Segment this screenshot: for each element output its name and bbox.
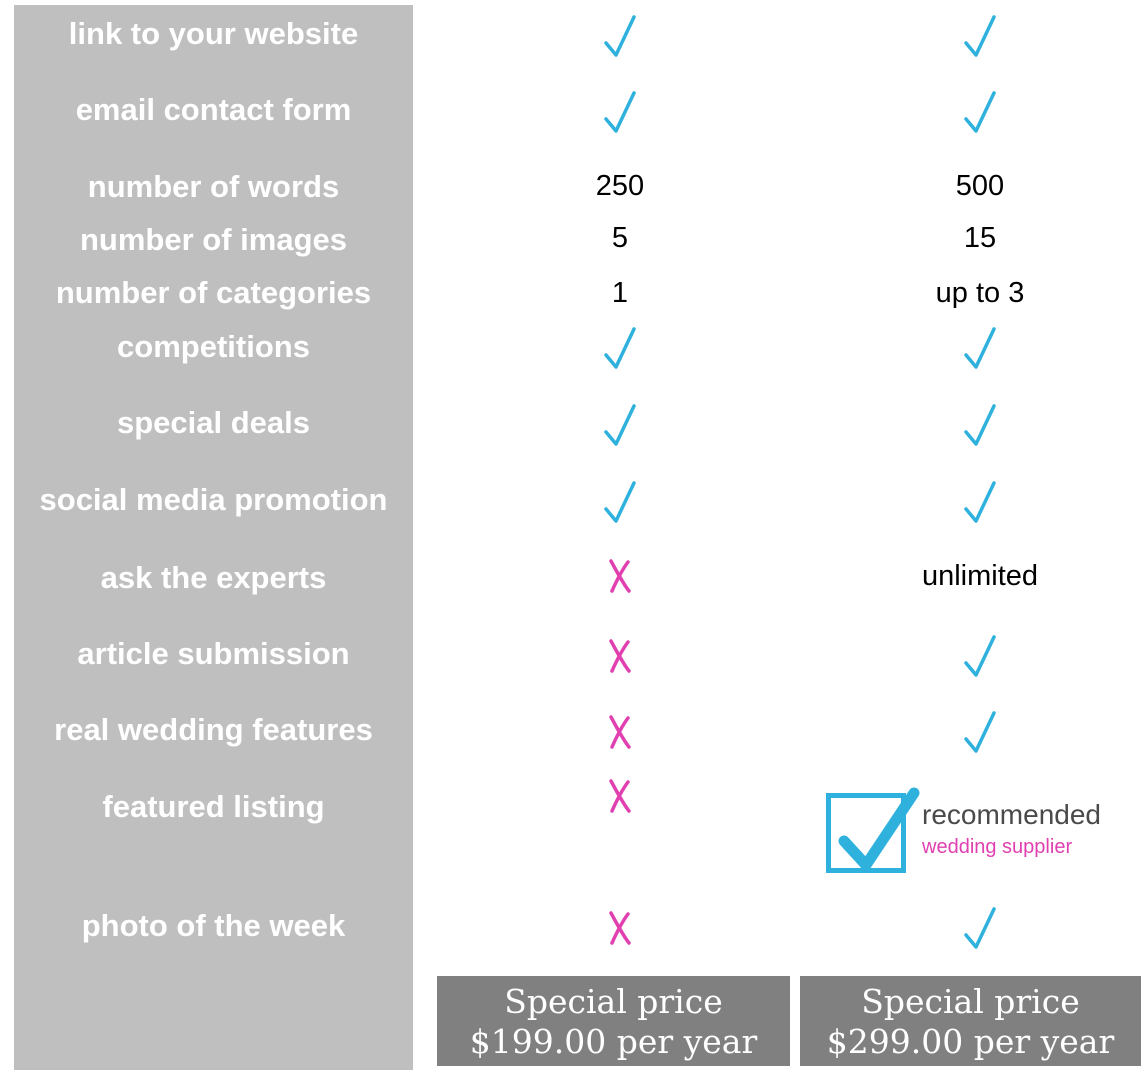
premium-plan-value: up to 3 <box>935 277 1025 309</box>
basic-plan-cell <box>440 898 800 958</box>
cross-icon <box>606 558 634 594</box>
cross-icon <box>606 714 634 750</box>
premium-plan-value: 15 <box>963 222 997 254</box>
basic-plan-value: 1 <box>611 277 629 309</box>
checkmark-icon <box>960 11 1000 61</box>
price-basic-line-2: $199.00 per year <box>469 1022 758 1061</box>
checkmark-icon <box>600 400 640 450</box>
checkmark-icon <box>960 477 1000 527</box>
checkmark-icon <box>960 631 1000 681</box>
badge-line-1: recommended <box>922 799 1101 830</box>
basic-plan-cell <box>440 546 800 606</box>
price-premium-line-1: Special price <box>861 982 1080 1021</box>
price-premium-line-2: $299.00 per year <box>826 1022 1115 1061</box>
feature-label: featured listing <box>102 789 325 824</box>
price-basic-line-1: Special price <box>504 982 723 1021</box>
premium-plan-cell <box>800 702 1146 762</box>
checkmark-icon <box>960 400 1000 450</box>
basic-plan-cell <box>440 766 800 826</box>
basic-plan-cell <box>440 6 800 66</box>
feature-label: number of categories <box>55 275 372 310</box>
premium-plan-cell: up to 3 <box>800 263 1146 323</box>
checkmark-icon <box>600 11 640 61</box>
basic-plan-cell <box>440 318 800 378</box>
premium-plan-cell <box>800 82 1146 142</box>
feature-label: number of images <box>80 222 347 257</box>
basic-plan-cell <box>440 82 800 142</box>
premium-plan-cell <box>800 472 1146 532</box>
feature-label: number of words <box>87 169 340 204</box>
premium-plan-value: unlimited <box>921 560 1039 592</box>
premium-plan-cell <box>800 395 1146 455</box>
cross-icon <box>606 638 634 674</box>
checkmark-icon <box>960 707 1000 757</box>
checkmark-icon <box>960 323 1000 373</box>
checkmark-icon <box>960 903 1000 953</box>
cross-icon <box>606 778 634 814</box>
premium-plan-cell <box>800 898 1146 958</box>
basic-plan-cell <box>440 472 800 532</box>
feature-label: email contact form <box>75 92 352 127</box>
cross-icon <box>606 910 634 946</box>
feature-label: special deals <box>116 405 310 440</box>
premium-plan-cell: 500 <box>800 156 1146 216</box>
checkmark-icon <box>960 87 1000 137</box>
feature-label: article submission <box>77 636 350 671</box>
feature-label: link to your website <box>68 16 359 51</box>
basic-plan-cell <box>440 626 800 686</box>
basic-plan-value: 5 <box>611 222 629 254</box>
feature-label: photo of the week <box>81 908 346 943</box>
premium-plan-cell: unlimited <box>800 546 1146 606</box>
feature-label: competitions <box>117 329 310 364</box>
checkmark-icon <box>600 87 640 137</box>
badge-line-2: wedding supplier <box>922 836 1073 858</box>
feature-label: social media promotion <box>39 482 388 517</box>
premium-plan-cell <box>800 318 1146 378</box>
premium-plan-cell <box>800 6 1146 66</box>
premium-plan-cell <box>800 626 1146 686</box>
checkmark-icon <box>600 477 640 527</box>
premium-plan-cell: 15 <box>800 208 1146 268</box>
price-premium: Special price $299.00 per year <box>800 976 1141 1066</box>
basic-plan-value: 250 <box>595 170 645 202</box>
price-basic: Special price $199.00 per year <box>437 976 790 1066</box>
checkmark-icon <box>600 323 640 373</box>
premium-plan-value: 500 <box>955 170 1005 202</box>
basic-plan-cell: 250 <box>440 156 800 216</box>
badge-check-icon <box>838 787 920 871</box>
basic-plan-cell <box>440 702 800 762</box>
feature-label: real wedding features <box>54 712 373 747</box>
recommended-supplier-badge: recommended wedding supplier <box>826 787 1136 879</box>
basic-plan-cell: 5 <box>440 208 800 268</box>
feature-label: ask the experts <box>100 560 327 595</box>
basic-plan-cell: 1 <box>440 263 800 323</box>
basic-plan-cell <box>440 395 800 455</box>
